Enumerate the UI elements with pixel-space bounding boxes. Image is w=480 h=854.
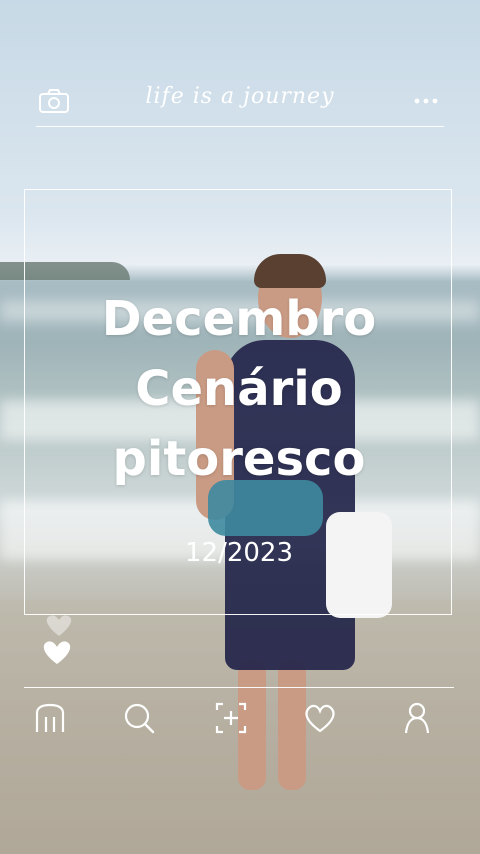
title-line: Cenário	[135, 361, 343, 417]
bottom-navigation	[24, 687, 454, 748]
story-title: Decembro Cenário pitoresco	[24, 284, 454, 494]
more-dots-icon[interactable]	[412, 88, 440, 114]
title-line: Decembro	[101, 291, 377, 347]
story-screen: life is a journey Decembro Cenário pitor…	[0, 0, 480, 854]
story-date: 12/2023	[184, 538, 293, 568]
like-hearts[interactable]	[38, 612, 80, 668]
heart-icon[interactable]	[302, 700, 338, 736]
add-photo-icon[interactable]	[213, 700, 249, 736]
title-line: pitoresco	[112, 431, 366, 487]
heart-icon	[43, 641, 71, 664]
top-bar: life is a journey	[36, 78, 444, 127]
tagline: life is a journey	[145, 84, 335, 109]
home-icon[interactable]	[32, 700, 68, 736]
profile-icon[interactable]	[399, 700, 435, 736]
heart-icon	[46, 615, 72, 636]
search-icon[interactable]	[121, 700, 157, 736]
